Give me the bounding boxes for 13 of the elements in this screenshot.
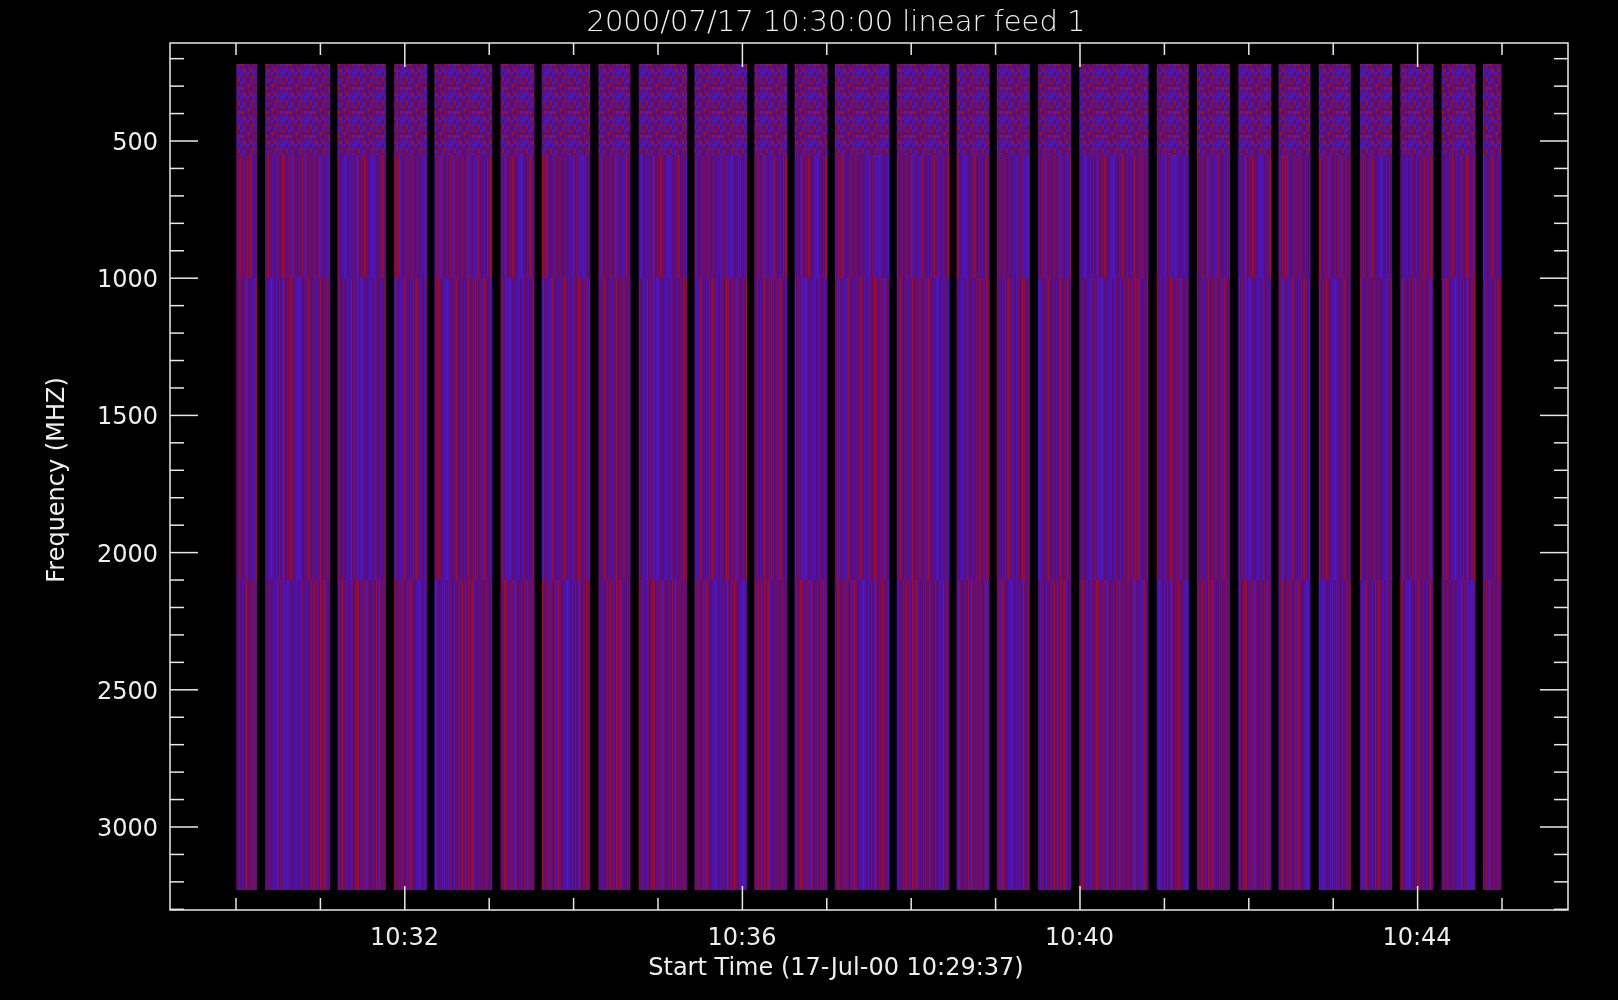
tick-label: 2500 [96,676,158,705]
tick-label: 1500 [96,402,158,431]
tick-label: 10:40 [1044,923,1115,951]
tick-label: 3000 [96,814,158,842]
tick-label: 10:36 [707,923,777,951]
tick-label: 10:44 [1382,923,1452,951]
tick-label: 2000 [96,539,158,568]
tick-label: 10:32 [369,923,440,951]
tick-label: 1000 [96,265,158,294]
plot-title: 2000/07/17 10:30:00 linear feed 1 [586,4,1086,38]
axis-label: Frequency (MHZ) [42,377,70,583]
axis-label: Start Time (17-Jul-00 10:29:37) [648,953,1024,981]
tick-label: 500 [112,128,158,156]
